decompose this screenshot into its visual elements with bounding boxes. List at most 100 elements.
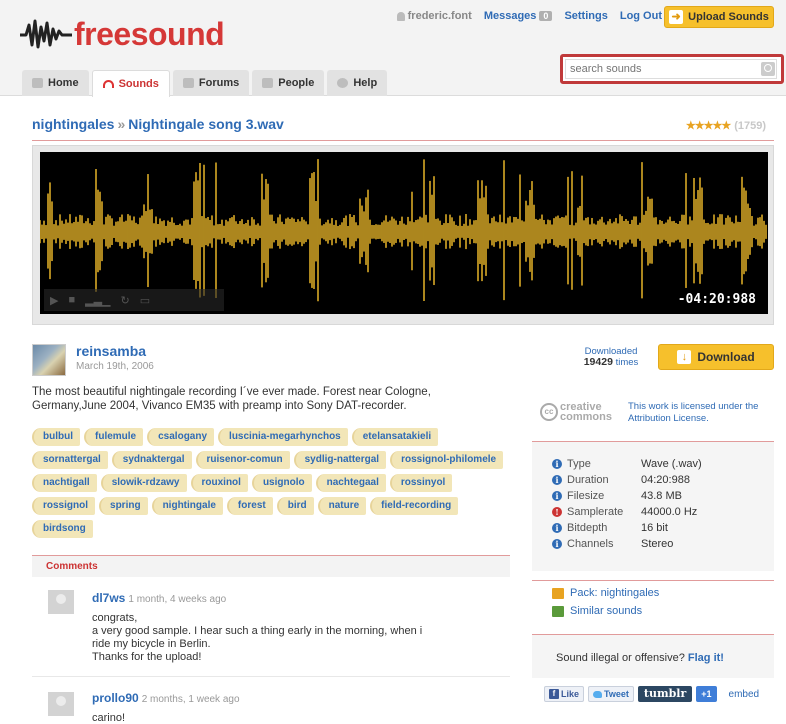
sound-title-link[interactable]: Nightingale song 3.wav xyxy=(128,116,284,132)
comment-author: prollo90 2 months, 1 week ago xyxy=(92,691,240,705)
waveform-logo-icon xyxy=(20,19,72,49)
upload-arrow-icon: ➜ xyxy=(669,10,684,24)
info-icon: i xyxy=(552,475,562,485)
tag-csalogany[interactable]: csalogany xyxy=(147,428,215,446)
tag-rossignol[interactable]: rossignol xyxy=(32,497,96,515)
tag-rouxinol[interactable]: rouxinol xyxy=(190,474,248,492)
meta-value-type: Wave (.wav) xyxy=(641,458,702,470)
logo-text: freesound xyxy=(74,15,225,52)
tag-slowik-rdzawy[interactable]: slowik-rdzawy xyxy=(100,474,187,492)
meta-label-filesize: i Filesize xyxy=(552,490,604,502)
download-button[interactable]: ↓ Download xyxy=(658,344,774,370)
creative-commons-logo[interactable]: cc creative commons xyxy=(540,402,612,423)
tag-sydnaktergal[interactable]: sydnaktergal xyxy=(111,451,192,469)
flag-prompt: Sound illegal or offensive? Flag it! xyxy=(556,652,724,664)
tag-rossignol-philomele[interactable]: rossignol-philomele xyxy=(390,451,504,469)
tab-label: Forums xyxy=(198,77,240,89)
download-label: Download xyxy=(697,350,755,364)
tab-label: Home xyxy=(48,77,79,89)
tag-fulemule[interactable]: fulemule xyxy=(84,428,144,446)
username[interactable]: frederic.font xyxy=(396,10,472,22)
comment-text: carino! xyxy=(92,712,126,724)
rating[interactable]: ★★★★★ (1759) xyxy=(686,119,766,133)
title-divider xyxy=(32,140,774,141)
home-icon xyxy=(32,78,43,88)
tab-forums[interactable]: Forums xyxy=(172,70,250,96)
sound-player[interactable]: ▶ ■ ▂▃▁ ↻ ▭ -04:20:988 xyxy=(40,152,768,314)
play-icon[interactable]: ▶ xyxy=(50,294,58,307)
site-header: freesound frederic.font Messages 0 Settin… xyxy=(0,0,786,97)
logout-link[interactable]: Log Out xyxy=(620,10,662,22)
embed-link[interactable]: embed xyxy=(729,689,760,700)
tumblr-button[interactable]: tumblr xyxy=(637,686,693,702)
meta-label-samplerate: ! Samplerate xyxy=(552,506,623,518)
spectrogram-toggle-icon[interactable]: ▂▃▁ xyxy=(85,294,110,307)
tag-nachtegaal[interactable]: nachtegaal xyxy=(315,474,386,492)
upload-date: March 19th, 2006 xyxy=(76,361,154,372)
author-avatar[interactable] xyxy=(32,344,66,376)
upload-sounds-button[interactable]: ➜ Upload Sounds xyxy=(664,6,774,28)
help-icon xyxy=(337,78,349,88)
search-input[interactable] xyxy=(565,59,777,79)
tag-list: bulbul fulemule csalogany luscinia-megarhyn… xyxy=(32,428,512,543)
meta-label-duration: i Duration xyxy=(552,474,609,486)
tab-label: Sounds xyxy=(118,78,159,90)
pack-breadcrumb-link[interactable]: nightingales xyxy=(32,116,114,132)
headphones-icon xyxy=(102,80,114,88)
tweet-button[interactable]: Tweet xyxy=(588,686,634,702)
flag-box: Sound illegal or offensive? Flag it! xyxy=(532,634,774,678)
tag-spring[interactable]: spring xyxy=(99,497,148,515)
comment-avatar[interactable] xyxy=(48,590,74,614)
comment-text: congrats, a very good sample. I hear suc… xyxy=(92,612,423,663)
tag-luscinia-megarhynchos[interactable]: luscinia-megarhynchos xyxy=(218,428,348,446)
search-icon[interactable] xyxy=(761,62,775,76)
comment-user-link[interactable]: prollo90 xyxy=(92,691,139,705)
google-plus-one-button[interactable]: +1 xyxy=(696,686,717,702)
zoom-icon[interactable]: ▭ xyxy=(140,294,150,307)
tag-nachtigall[interactable]: nachtigall xyxy=(32,474,97,492)
tag-ruisenor-comun[interactable]: ruisenor-comun xyxy=(195,451,290,469)
comment-user-link[interactable]: dl7ws xyxy=(92,591,125,605)
info-icon: i xyxy=(552,523,562,533)
similar-sounds-link[interactable]: Similar sounds xyxy=(552,605,642,617)
meta-label-text: Bitdepth xyxy=(567,522,608,534)
tag-bird[interactable]: bird xyxy=(276,497,314,515)
freesound-logo[interactable]: freesound xyxy=(20,14,225,54)
facebook-like-button[interactable]: f Like xyxy=(544,686,585,702)
meta-value-samplerate: 44000.0 Hz xyxy=(641,506,698,518)
flag-it-link[interactable]: Flag it! xyxy=(688,652,724,664)
tab-sounds[interactable]: Sounds xyxy=(91,70,170,97)
tag-etelansatakieli[interactable]: etelansatakieli xyxy=(351,428,439,446)
warning-icon: ! xyxy=(552,507,562,517)
settings-link[interactable]: Settings xyxy=(564,10,607,22)
cc-wordmark: creative commons xyxy=(560,402,612,423)
loop-icon[interactable]: ↻ xyxy=(121,294,130,307)
comment-divider xyxy=(32,676,510,677)
tag-usignolo[interactable]: usignolo xyxy=(251,474,312,492)
comments-title: Comments xyxy=(46,561,98,572)
tab-help[interactable]: Help xyxy=(327,70,388,96)
messages-link[interactable]: Messages 0 xyxy=(484,10,553,22)
tag-birdsong[interactable]: birdsong xyxy=(32,520,93,538)
sound-description: The most beautiful nightingale recording… xyxy=(32,386,431,412)
tag-forest[interactable]: forest xyxy=(226,497,273,515)
author-name-link[interactable]: reinsamba xyxy=(76,343,146,359)
tag-nightingale[interactable]: nightingale xyxy=(151,497,223,515)
tag-row: bulbul fulemule csalogany luscinia-megarhyn… xyxy=(32,428,512,446)
pack-link[interactable]: Pack: nightingales xyxy=(552,587,659,599)
tab-home[interactable]: Home xyxy=(22,70,89,96)
tag-bulbul[interactable]: bulbul xyxy=(32,428,80,446)
tag-sornattergal[interactable]: sornattergal xyxy=(32,451,108,469)
tag-nature[interactable]: nature xyxy=(317,497,367,515)
tag-rossinyol[interactable]: rossinyol xyxy=(389,474,453,492)
comment-avatar[interactable] xyxy=(48,692,74,716)
tag-sydlig-nattergal[interactable]: sydlig-nattergal xyxy=(293,451,387,469)
user-bar: frederic.font Messages 0 Settings Log Out xyxy=(396,10,662,22)
license-link[interactable]: This work is licensed under the Attribut… xyxy=(628,401,778,425)
stop-icon[interactable]: ■ xyxy=(68,294,75,306)
tab-people[interactable]: People xyxy=(252,70,325,96)
sound-metadata: i Type Wave (.wav) i Duration 04:20:988 i Files… xyxy=(532,441,774,571)
tag-field-recording[interactable]: field-recording xyxy=(370,497,459,515)
similar-sounds-icon xyxy=(552,605,564,617)
tag-row: sornattergal sydnaktergal ruisenor-comun sy… xyxy=(32,451,512,469)
